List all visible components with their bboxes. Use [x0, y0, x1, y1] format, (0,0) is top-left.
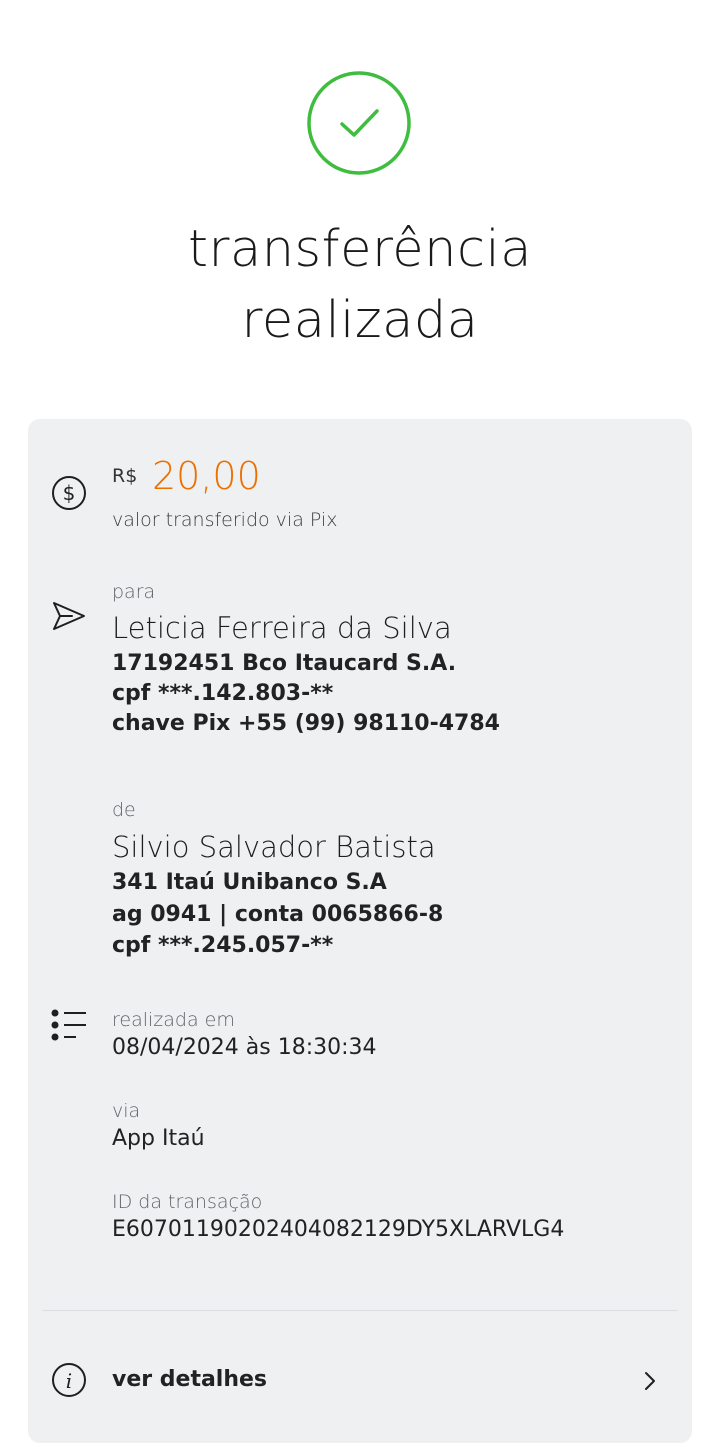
title-line-2: realizada — [241, 291, 479, 350]
page-title: transferência realizada — [0, 214, 720, 356]
transaction-id-value: E60701190202404082129DY5XLARVLG4 — [112, 1217, 565, 1242]
date-label: realizada em — [112, 1009, 235, 1031]
recipient-name: Leticia Ferreira da Silva — [112, 611, 452, 645]
chevron-right-icon — [645, 1372, 655, 1390]
title-line-1: transferência — [188, 220, 532, 279]
success-check-icon — [307, 71, 411, 175]
recipient-cpf: cpf ***.142.803-** — [112, 681, 334, 706]
sender-cpf: cpf ***.245.057-** — [112, 933, 334, 958]
transfer-receipt-card: $ R$ 20,00 valor transferido via Pix par… — [28, 419, 692, 1443]
svg-text:$: $ — [63, 481, 76, 505]
view-details-label: ver detalhes — [112, 1367, 268, 1392]
sender-account: ag 0941 | conta 0065866-8 — [112, 902, 444, 927]
info-icon: i — [52, 1363, 86, 1397]
date-value: 08/04/2024 às 18:30:34 — [112, 1035, 377, 1060]
sender-bank: 341 Itaú Unibanco S.A — [112, 870, 387, 895]
transaction-id-label: ID da transação — [112, 1191, 263, 1213]
view-details-button[interactable]: i ver detalhes — [28, 1345, 692, 1415]
amount-currency: R$ — [112, 465, 138, 487]
recipient-bank: 17192451 Bco Itaucard S.A. — [112, 651, 457, 676]
list-icon — [51, 1009, 86, 1041]
svg-text:i: i — [66, 1369, 72, 1393]
via-label: via — [112, 1100, 141, 1122]
sender-name: Silvio Salvador Batista — [112, 830, 436, 864]
send-icon — [53, 602, 85, 630]
recipient-label: para — [112, 581, 156, 603]
amount-caption: valor transferido via Pix — [112, 509, 338, 531]
amount-value: 20,00 — [152, 454, 261, 498]
sender-label: de — [112, 799, 136, 821]
via-value: App Itaú — [112, 1126, 205, 1151]
divider — [42, 1310, 678, 1311]
recipient-pix-key: chave Pix +55 (99) 98110-4784 — [112, 711, 500, 736]
dollar-circle-icon: $ — [52, 476, 86, 510]
